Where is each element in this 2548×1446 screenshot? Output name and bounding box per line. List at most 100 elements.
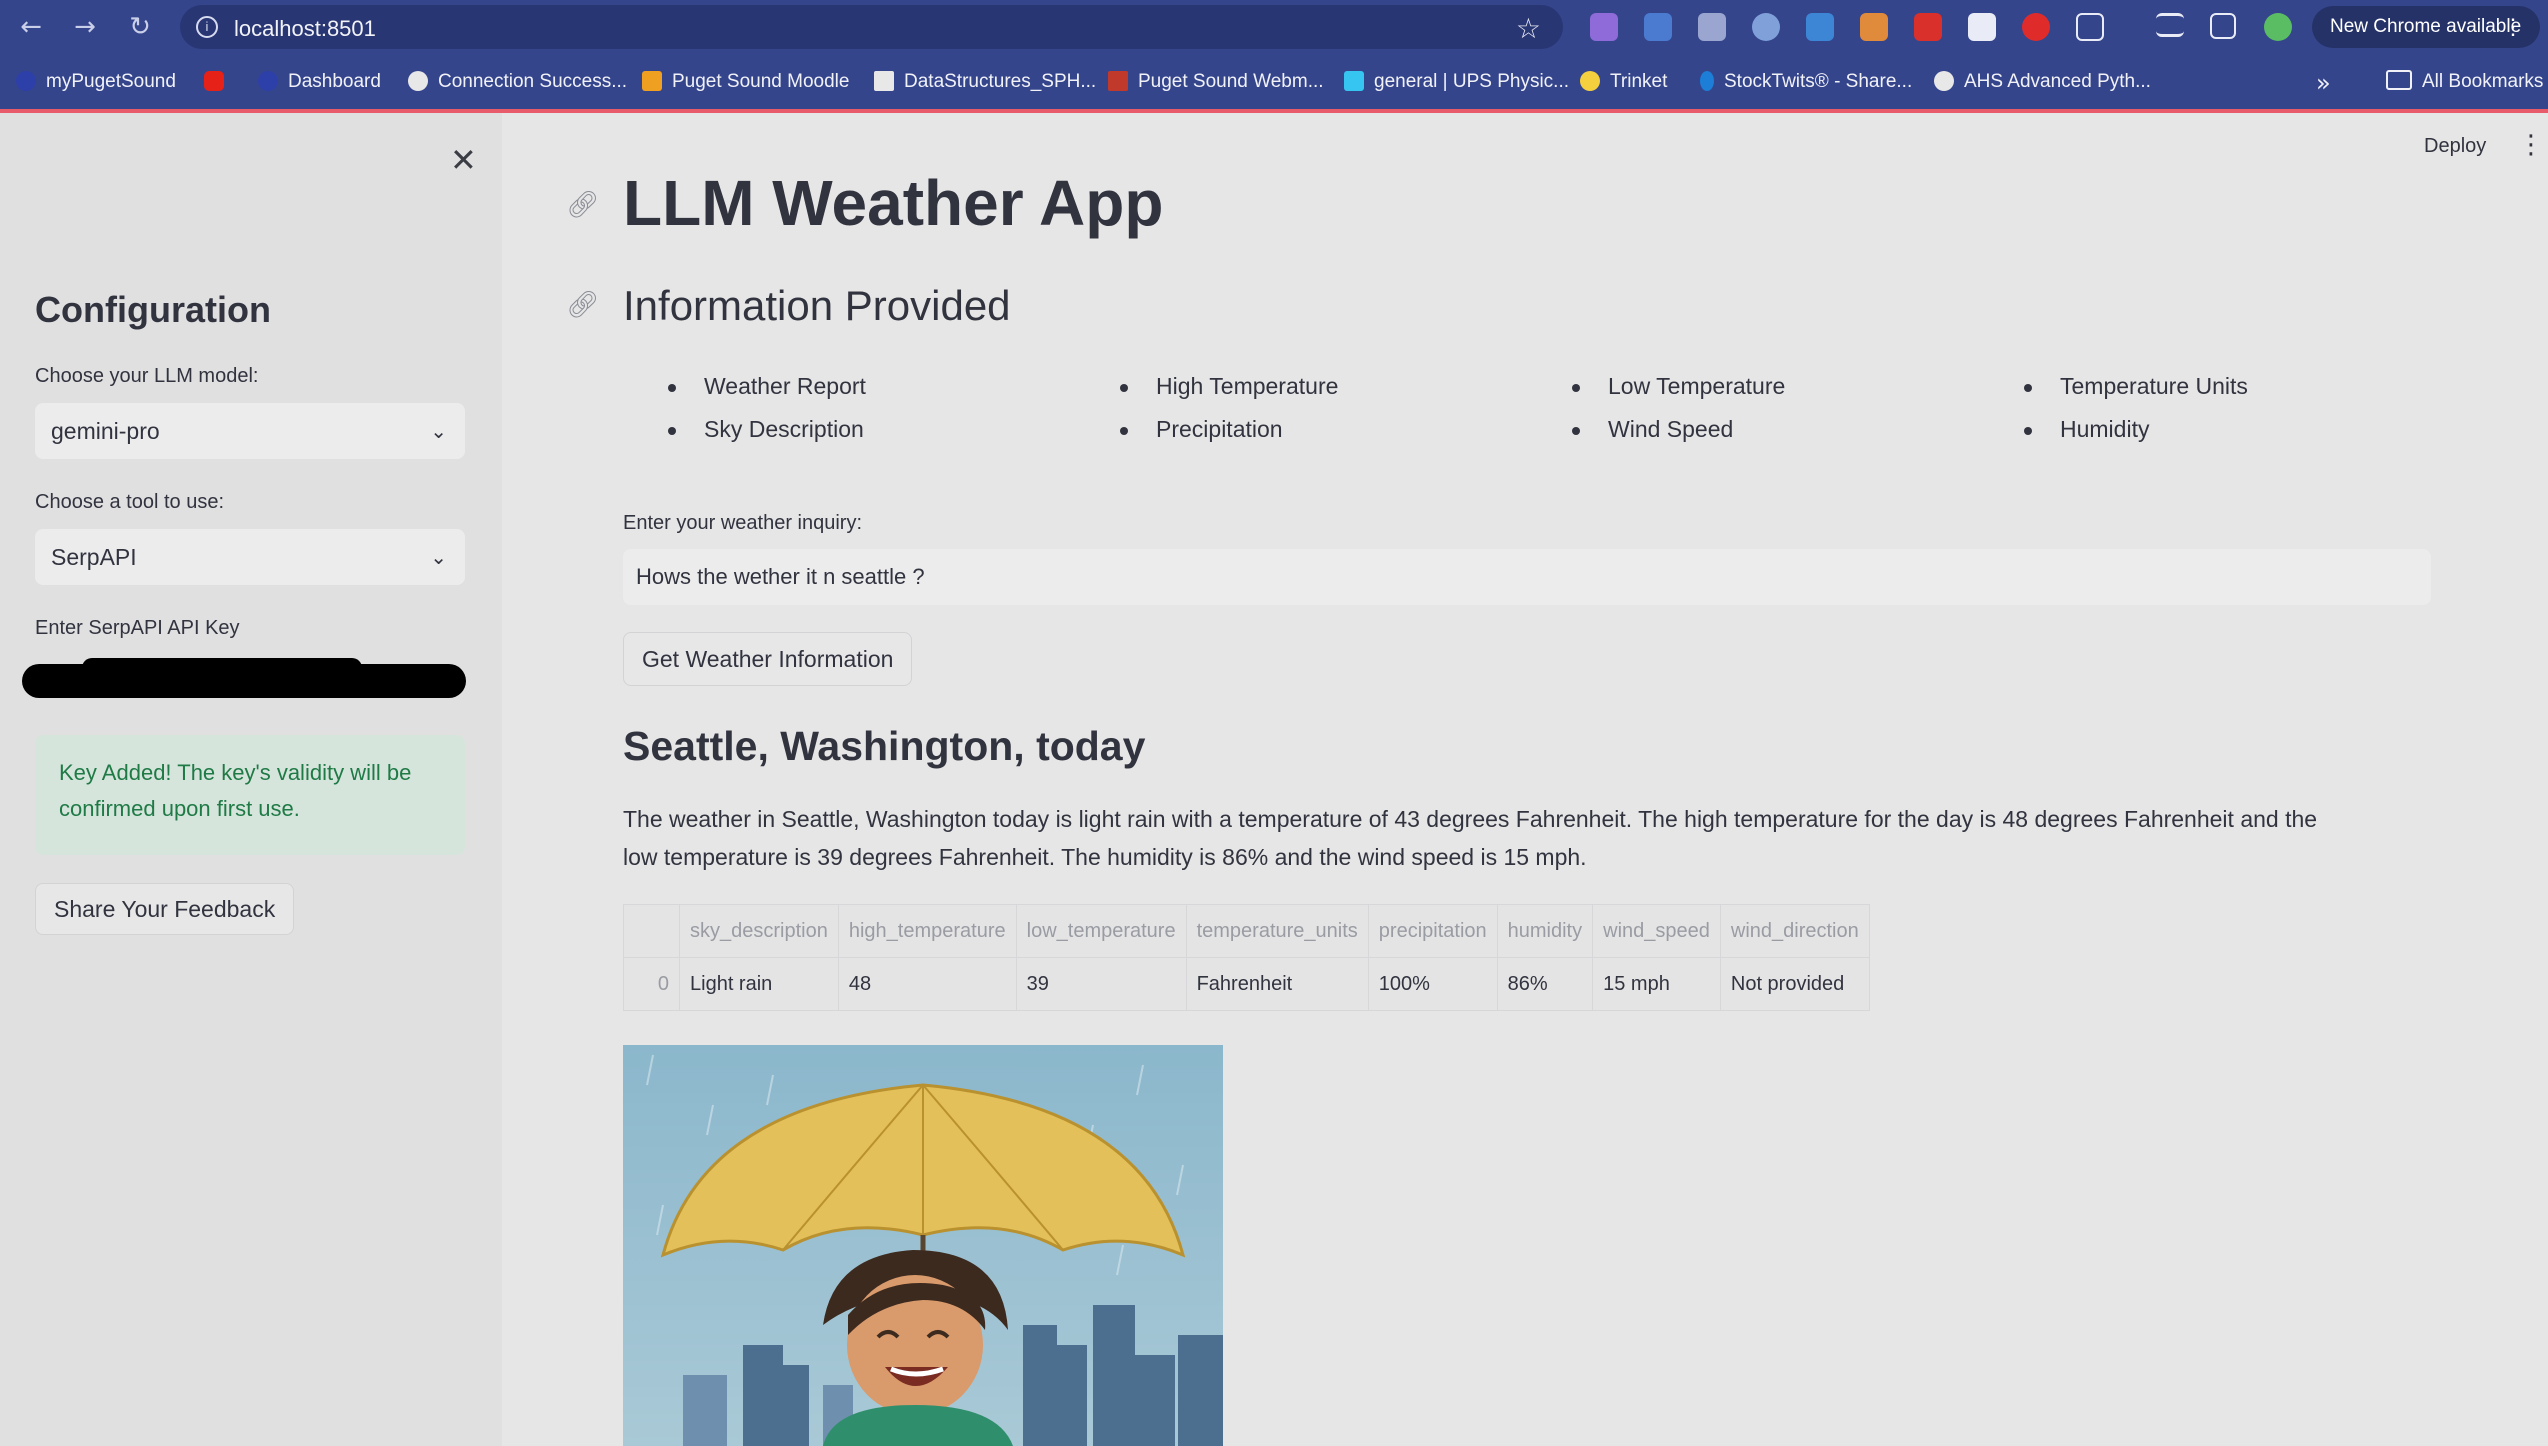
bookmark-label: AHS Advanced Pyth...	[1964, 71, 2151, 92]
get-weather-button[interactable]: Get Weather Information	[623, 632, 913, 686]
column-header[interactable]: precipitation	[1367, 904, 1498, 958]
extension-icon[interactable]	[1698, 13, 1726, 41]
column-header[interactable]: sky_description	[679, 904, 839, 958]
table-cell[interactable]: 0	[623, 957, 680, 1011]
puzzle-icon[interactable]	[2076, 13, 2104, 41]
weather-dataframe[interactable]: sky_description high_temperature low_tem…	[623, 904, 1870, 1011]
bookmark-label: Connection Success...	[438, 71, 628, 92]
list-item: Humidity	[2023, 416, 2150, 442]
list-item: Sky Description	[668, 416, 864, 442]
list-item: Wind Speed	[1571, 416, 1734, 442]
weather-illustration	[623, 1045, 1223, 1446]
column-header[interactable]: low_temperature	[1015, 904, 1187, 958]
bookmark-item[interactable]: myPugetSound	[16, 67, 176, 97]
table-cell[interactable]: Fahrenheit	[1185, 957, 1369, 1011]
more-vert-icon: ⋮	[2502, 14, 2524, 39]
more-vert-icon[interactable]: ⋮	[2518, 130, 2544, 160]
success-message: Key Added! The key's validity will be co…	[59, 760, 412, 821]
address-bar[interactable]: i localhost:8501 ☆	[180, 5, 1563, 49]
table-cell[interactable]: 100%	[1367, 957, 1498, 1011]
chevron-down-icon: ⌄	[430, 545, 447, 569]
table-cell[interactable]: 48	[837, 957, 1017, 1011]
model-select-value: gemini-pro	[51, 418, 160, 444]
extension-icon[interactable]	[1968, 13, 1996, 41]
section-title: Information Provided	[623, 282, 1011, 329]
success-alert: Key Added! The key's validity will be co…	[35, 735, 465, 855]
bookmark-label: DataStructures_SPH...	[904, 71, 1097, 92]
column-header[interactable]: wind_speed	[1592, 904, 1721, 958]
column-header[interactable]: humidity	[1496, 904, 1594, 958]
link-icon[interactable]: 🔗︎	[566, 290, 599, 320]
bookmark-item[interactable]: DataStructures_SPH...	[874, 67, 1096, 97]
feedback-button[interactable]: Share Your Feedback	[35, 883, 295, 935]
extension-icon[interactable]	[1860, 13, 1888, 41]
bookmark-label: Dashboard	[288, 71, 381, 92]
bookmark-label: general | UPS Physic...	[1374, 71, 1570, 92]
column-header[interactable]: high_temperature	[837, 904, 1017, 958]
bookmark-favicon	[258, 71, 278, 91]
side-panel-icon[interactable]	[2210, 13, 2236, 39]
bookmark-item[interactable]: Dashboard	[258, 67, 381, 97]
column-header[interactable]: wind_direction	[1719, 904, 1870, 958]
update-chrome-label: New Chrome available	[2330, 16, 2522, 37]
bookmark-item[interactable]	[204, 67, 234, 97]
extension-icon[interactable]	[2022, 13, 2050, 41]
update-chrome-button[interactable]: New Chrome available ⋮	[2312, 6, 2540, 48]
extension-icon[interactable]	[1644, 13, 1672, 41]
outlook-icon	[1108, 71, 1128, 91]
tool-select-value: SerpAPI	[51, 544, 137, 570]
model-select[interactable]: gemini-pro ⌄	[35, 403, 465, 459]
table-cell[interactable]: 15 mph	[1592, 957, 1721, 1011]
info-icon[interactable]: i	[196, 16, 218, 38]
extension-icon[interactable]	[1806, 13, 1834, 41]
bookmark-favicon	[874, 71, 894, 91]
extension-icon[interactable]	[1914, 13, 1942, 41]
extension-icon[interactable]	[1590, 13, 1618, 41]
bookmark-item[interactable]: Connection Success...	[408, 67, 627, 97]
back-arrow-icon[interactable]: ←	[14, 10, 48, 44]
browser-toolbar: ← → ↻ i localhost:8501 ☆ New Chrome avai…	[0, 0, 2548, 53]
all-bookmarks-label: All Bookmarks	[2422, 71, 2544, 92]
sidebar: ✕ Configuration Choose your LLM model: g…	[0, 113, 502, 1446]
result-heading: Seattle, Washington, today	[623, 723, 1146, 769]
stocktwits-icon	[1700, 71, 1714, 91]
url-text[interactable]: localhost:8501	[234, 16, 376, 42]
reload-icon[interactable]: ↻	[123, 10, 157, 44]
bookmark-label: Puget Sound Moodle	[672, 71, 850, 92]
bookmark-item[interactable]: AHS Advanced Pyth...	[1934, 67, 2151, 97]
column-header[interactable]: temperature_units	[1185, 904, 1369, 958]
avatar[interactable]	[2264, 13, 2292, 41]
bookmark-item[interactable]: Puget Sound Webm...	[1108, 67, 1324, 97]
table-cell[interactable]: Light rain	[679, 957, 839, 1011]
extension-icon[interactable]	[1752, 13, 1780, 41]
table-cell[interactable]: 86%	[1496, 957, 1594, 1011]
table-cell[interactable]: 39	[1015, 957, 1187, 1011]
column-header[interactable]	[623, 904, 680, 958]
api-key-label: Enter SerpAPI API Key	[35, 617, 240, 639]
reading-list-icon[interactable]	[2156, 13, 2184, 37]
bookmark-item[interactable]: general | UPS Physic...	[1344, 67, 1569, 97]
star-icon[interactable]: ☆	[1516, 12, 1541, 45]
forward-arrow-icon[interactable]: →	[68, 10, 102, 44]
bookmark-item[interactable]: Trinket	[1580, 67, 1667, 97]
inquiry-label: Enter your weather inquiry:	[623, 512, 863, 534]
link-icon[interactable]: 🔗︎	[566, 190, 599, 220]
tool-select[interactable]: SerpAPI ⌄	[35, 529, 465, 585]
api-key-input[interactable]	[22, 656, 466, 700]
weather-inquiry-input[interactable]	[623, 549, 2431, 605]
bookmark-item[interactable]: StockTwits® - Share...	[1700, 67, 1912, 97]
deploy-button[interactable]: Deploy	[2424, 135, 2486, 158]
close-icon[interactable]: ✕	[450, 141, 477, 179]
bookmark-label: Puget Sound Webm...	[1138, 71, 1324, 92]
page-title: LLM Weather App	[623, 167, 1164, 239]
bookmark-label: Trinket	[1610, 71, 1668, 92]
chevron-double-right-icon[interactable]: »	[2316, 69, 2331, 97]
bookmark-item[interactable]: Puget Sound Moodle	[642, 67, 849, 97]
list-item: High Temperature	[1119, 373, 1339, 399]
list-item: Low Temperature	[1571, 373, 1786, 399]
table-cell[interactable]: Not provided	[1719, 957, 1870, 1011]
all-bookmarks-button[interactable]: All Bookmarks	[2386, 67, 2543, 97]
list-item: Weather Report	[668, 373, 866, 399]
globe-icon	[408, 71, 428, 91]
bookmark-label: myPugetSound	[46, 71, 176, 92]
